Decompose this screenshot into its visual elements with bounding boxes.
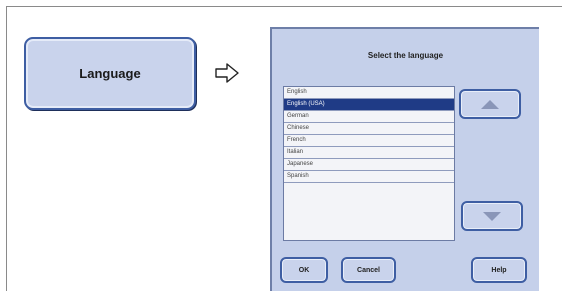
- language-list-item[interactable]: Chinese: [284, 123, 454, 135]
- scroll-up-button[interactable]: [459, 89, 521, 119]
- language-list-item[interactable]: German: [284, 111, 454, 123]
- cancel-button-label: Cancel: [357, 266, 380, 274]
- language-button-label: Language: [79, 66, 141, 81]
- right-arrow-icon: [215, 63, 239, 83]
- language-list-item[interactable]: Japanese: [284, 159, 454, 171]
- language-button[interactable]: Language: [24, 37, 196, 110]
- help-button-label: Help: [491, 266, 507, 274]
- cancel-button[interactable]: Cancel: [341, 257, 396, 283]
- help-button[interactable]: Help: [471, 257, 527, 283]
- dialog-title: Select the language: [367, 51, 444, 60]
- language-list-item[interactable]: French: [284, 135, 454, 147]
- language-list-item[interactable]: English: [284, 87, 454, 99]
- down-triangle-icon: [483, 211, 501, 221]
- ok-button-label: OK: [298, 266, 310, 274]
- language-list-item[interactable]: Italian: [284, 147, 454, 159]
- language-list-item[interactable]: Spanish: [284, 171, 454, 183]
- language-list-item-selected[interactable]: English (USA): [284, 99, 454, 111]
- up-triangle-icon: [481, 99, 499, 109]
- language-dialog: Select the language English English (USA…: [270, 27, 539, 291]
- ok-button[interactable]: OK: [280, 257, 328, 283]
- language-list[interactable]: English English (USA) German Chinese Fre…: [283, 86, 455, 241]
- scroll-down-button[interactable]: [461, 201, 523, 231]
